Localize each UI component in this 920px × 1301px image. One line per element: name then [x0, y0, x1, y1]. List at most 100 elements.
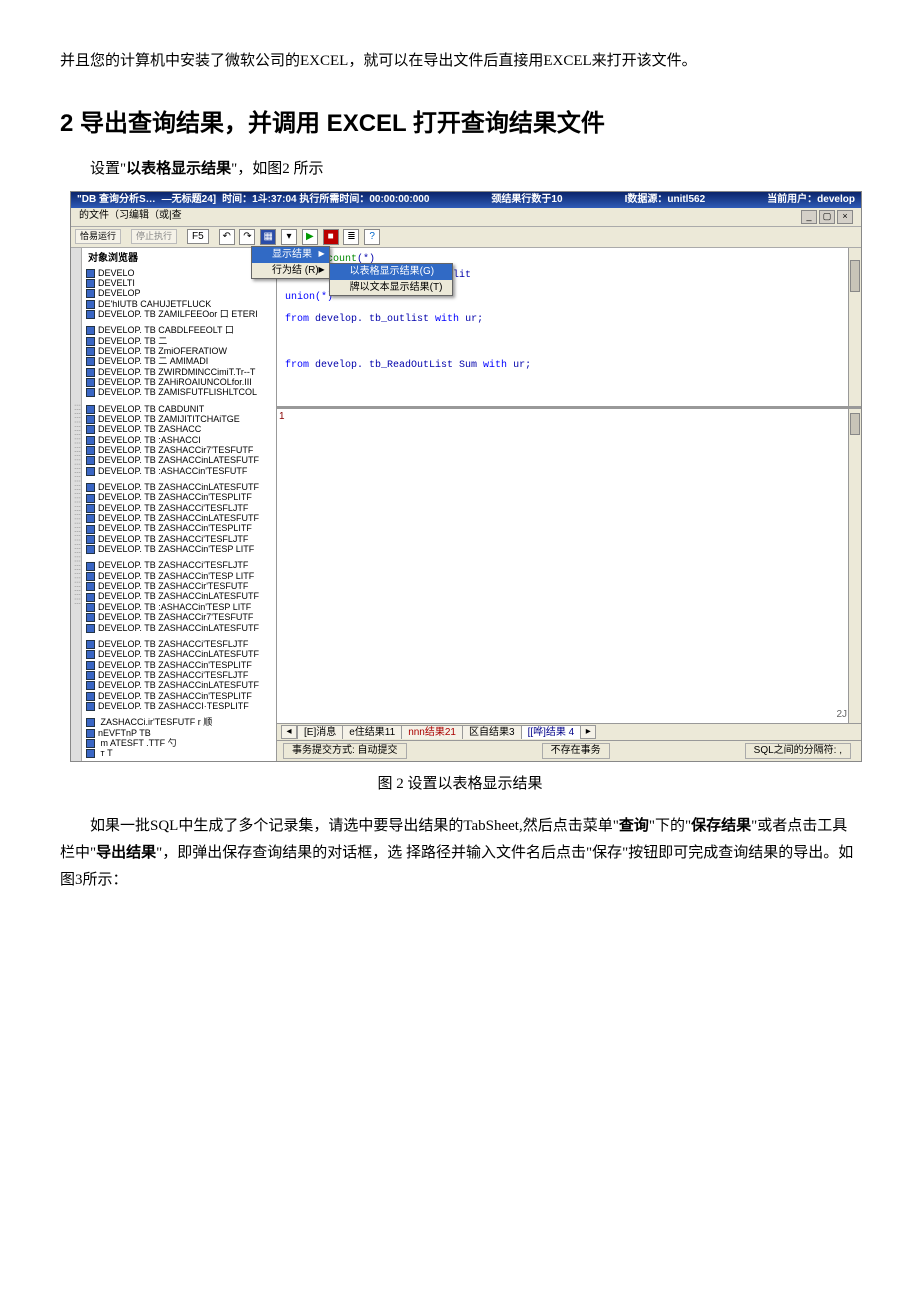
- tab-scroll-right[interactable]: ▸: [580, 725, 596, 740]
- table-icon: [86, 388, 95, 397]
- table-icon: [86, 504, 95, 513]
- object-list-item[interactable]: DEVELOP. TB ZASHACCin'TESPLITF: [84, 691, 274, 701]
- object-list-item[interactable]: DEVELOP. TB ZASHACC: [84, 424, 274, 434]
- table-icon: [86, 593, 95, 602]
- object-list-item[interactable]: m ATESFT .TTF 勺: [84, 738, 274, 748]
- object-list-label: DEVELOP. TB :ASHACCI: [98, 435, 201, 445]
- object-list-item[interactable]: DEVELOP. TB ZASHACCi'TESFLJTF: [84, 503, 274, 513]
- object-list-item[interactable]: DEVELOP. TB :ASHACCin'TESFUTF: [84, 466, 274, 476]
- object-list-item[interactable]: DEVELOP. TB ZASHACCin'TESPLITF: [84, 523, 274, 533]
- list-icon[interactable]: ≣: [343, 229, 359, 245]
- table-icon: [86, 368, 95, 377]
- table-icon: [86, 562, 95, 571]
- table-icon: [86, 405, 95, 414]
- object-list-item[interactable]: DEVELOP. TB ZASHACCinLATESFUTF: [84, 623, 274, 633]
- tab-result3[interactable]: 区自结果3: [462, 725, 522, 740]
- object-list-item[interactable]: DEVELOP. TB CABDUNIT: [84, 404, 274, 414]
- object-list-item[interactable]: DEVELOP. TB ZASHACCinLATESFUTF: [84, 680, 274, 690]
- object-list-item[interactable]: DEVELOP. TB ZWIRDMINCCimiT.Tr--T: [84, 367, 274, 377]
- object-list-item[interactable]: DEVELOP. TB ZASHACCi'TESFLJTF: [84, 560, 274, 570]
- object-list-item[interactable]: DEVELOP. TB ZASHACCir7'TESFUTF: [84, 445, 274, 455]
- object-list-item[interactable]: DEVELOP. TB ZASHACCi'TESFLJTF: [84, 639, 274, 649]
- stop-icon[interactable]: ■: [323, 229, 339, 245]
- undo-icon[interactable]: ↶: [219, 229, 235, 245]
- object-list-label: DEVELOP. TB ZASHACCin'TESPLITF: [98, 691, 252, 701]
- object-list-item[interactable]: DE'hIUTB CAHUJETFLUCK: [84, 299, 274, 309]
- table-icon: [86, 702, 95, 711]
- table-icon: [86, 525, 95, 534]
- editor-scrollbar[interactable]: [848, 248, 861, 406]
- object-list-item[interactable]: DEVELOP. TB ZASHACCinLATESFUTF: [84, 591, 274, 601]
- tab-scroll-left[interactable]: ◂: [281, 725, 297, 740]
- object-list-item[interactable]: DEVELOP: [84, 288, 274, 298]
- menu-behavior[interactable]: 行为结 (R): [252, 263, 329, 279]
- sql-l4c: with: [435, 314, 465, 325]
- object-list-item[interactable]: DEVELOP. TB ZASHACCin'TESPLITF: [84, 492, 274, 502]
- stop-button[interactable]: 停止执行: [131, 229, 177, 243]
- object-list-item[interactable]: т T: [84, 748, 274, 758]
- toolbar-icons: ↶ ↷ ▦ ▾ ▶ ■ ≣ ?: [219, 229, 382, 245]
- redo-icon[interactable]: ↷: [239, 229, 255, 245]
- object-list-item[interactable]: DEVELOP. TB ZAMISFUTFLISHLTCOL: [84, 387, 274, 397]
- object-list-item[interactable]: DEVELOP. TB ZASHACCin'TESP LITF: [84, 571, 274, 581]
- object-list-item[interactable]: DEVELOP. TB ZAMILFEEOor 口 ETERI: [84, 309, 274, 319]
- tab-result4[interactable]: [[哗]结果 4: [521, 725, 582, 740]
- table-icon: [86, 603, 95, 612]
- tab-messages[interactable]: [E]消息: [297, 725, 343, 740]
- o-b1: 查询: [619, 818, 649, 834]
- display-menu: 显示结果 行为结 (R) 以表格显示结果(G) 牌以文本显示结果(T): [251, 246, 330, 279]
- grid-icon[interactable]: ▦: [260, 229, 276, 245]
- object-list-label: DEVELOP. TB ZASHACCin'TESP LITF: [98, 571, 254, 581]
- object-list-item[interactable]: DEVELOP. TB ZASHACCi'TESFLJTF: [84, 534, 274, 544]
- menu-display-result[interactable]: 显示结果: [252, 247, 329, 263]
- play-icon[interactable]: ▶: [302, 229, 318, 245]
- f5-label[interactable]: F5: [187, 229, 209, 245]
- object-list-item[interactable]: DEVELOP. TB ZASHACCin'TESPLITF: [84, 660, 274, 670]
- object-list-label: DEVELOP. TB ZASHACCi'TESFLJTF: [98, 534, 248, 544]
- object-list-item[interactable]: DEVELOP. TB ZAHiROAIUNCOLfor.III: [84, 377, 274, 387]
- status-txn: 不存在事务: [542, 743, 610, 759]
- result-scrollbar[interactable]: [848, 409, 861, 723]
- sql-l4d: ur;: [465, 314, 483, 325]
- submenu-text-result[interactable]: 牌以文本显示结果(T): [330, 280, 453, 296]
- menubar-text[interactable]: 的文件（习编辑（或|查: [79, 210, 182, 224]
- object-list-item[interactable]: DEVELOP. TB :ASHACCin'TESP LITF: [84, 602, 274, 612]
- object-list-item[interactable]: DEVELOP. TB ZASHACCinLATESFUTF: [84, 513, 274, 523]
- object-list-item[interactable]: DEVELOP. TB :ASHACCI: [84, 435, 274, 445]
- o-4: "，即弹出保存查询结果的对话框，选 择路径并输入文件名后点击"保存"按钮即可完成…: [60, 845, 853, 888]
- table-icon: [86, 535, 95, 544]
- object-list-label: DEVELOP. TB ZWIRDMINCCimiT.Tr--T: [98, 367, 255, 377]
- object-list-item[interactable]: DEVELOP. TB ZAMIJITITCHAiTGE: [84, 414, 274, 424]
- dropdown-icon[interactable]: ▾: [281, 229, 297, 245]
- table-icon: [86, 671, 95, 680]
- tab-result1[interactable]: e住结果11: [342, 725, 402, 740]
- maximize-button[interactable]: ▢: [819, 210, 835, 224]
- object-list-item[interactable]: DEVELOP. TB ZASHACCin'TESP LITF: [84, 544, 274, 554]
- object-list-item[interactable]: DEVELOP. TB ZASHACCi'TESFLJTF: [84, 670, 274, 680]
- close-button[interactable]: ×: [837, 210, 853, 224]
- object-list-item[interactable]: DEVELOP. TB ZASHACCinLATESFUTF: [84, 649, 274, 659]
- object-list-item[interactable]: DEVELO: [84, 268, 274, 278]
- table-icon: [86, 613, 95, 622]
- object-list-item[interactable]: DEVELOP. TB ZASHACCir'TESFUTF: [84, 581, 274, 591]
- object-list-item[interactable]: DEVELOP. TB ZASHACCI·TESPLITF: [84, 701, 274, 711]
- run-button[interactable]: 恰易运行: [75, 229, 121, 243]
- object-list[interactable]: DEVELODEVELTIDEVELOPDE'hIUTB CAHUJETFLUC…: [84, 268, 274, 759]
- result-grid[interactable]: 1 2J: [277, 407, 861, 723]
- object-list-item[interactable]: DEVELOP. TB 二: [84, 336, 274, 346]
- object-list-item[interactable]: DEVELOP. TB ZASHACCir7'TESFUTF: [84, 612, 274, 622]
- object-list-item[interactable]: DEVELOP. TB ZASHACCinLATESFUTF: [84, 482, 274, 492]
- tab-result2[interactable]: nnn结果21: [401, 725, 463, 740]
- help-icon[interactable]: ?: [364, 229, 380, 245]
- object-list-label: DEVELOP. TB ZASHACCi'TESFLJTF: [98, 670, 248, 680]
- object-list-item[interactable]: ZASHACCi.ir'TESFUTF r 顺: [84, 717, 274, 727]
- submenu-grid-result[interactable]: 以表格显示结果(G): [330, 264, 453, 280]
- object-list-item[interactable]: DEVELOP. TB 二 AMIMADI: [84, 356, 274, 366]
- object-list-item[interactable]: DEVELOP. TB CABDLFEEOLT 口: [84, 325, 274, 335]
- object-list-item[interactable]: DEVELTI: [84, 278, 274, 288]
- object-list-label: DEVELOP. TB ZASHACCin'TESP LITF: [98, 544, 254, 554]
- object-list-item[interactable]: DEVELOP. TB ZmiOFERATIOW: [84, 346, 274, 356]
- minimize-button[interactable]: _: [801, 210, 817, 224]
- object-list-item[interactable]: nEVFTnP TB: [84, 728, 274, 738]
- object-list-item[interactable]: DEVELOP. TB ZASHACCinLATESFUTF: [84, 455, 274, 465]
